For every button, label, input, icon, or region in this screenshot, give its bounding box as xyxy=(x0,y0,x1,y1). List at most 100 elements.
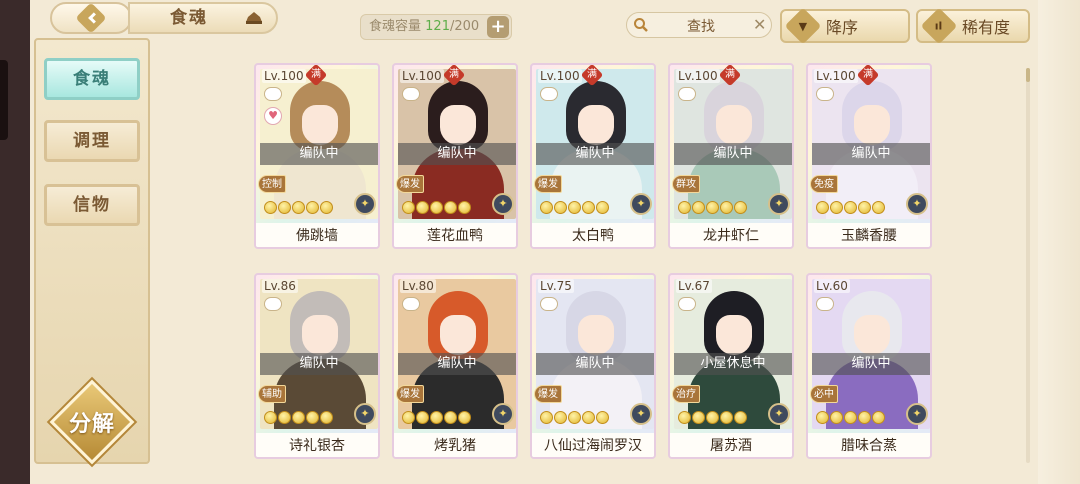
element-emblem-icon: ✦ xyxy=(492,193,514,215)
card-status: 编队中 xyxy=(398,143,516,165)
star-rating xyxy=(402,411,471,425)
search-input[interactable]: 查找 ✕ xyxy=(626,12,772,38)
left-edge-strip xyxy=(0,0,30,484)
scrollbar-thumb[interactable] xyxy=(1026,68,1030,82)
star-icon xyxy=(278,411,291,424)
food-soul-card[interactable]: Lv.100 满编队中 免疫 ✦ 玉麟香腰 xyxy=(806,63,932,249)
food-soul-card[interactable]: Lv.75 编队中 爆发 ✦ 八仙过海闹罗汉 xyxy=(530,273,656,459)
chat-bubble-icon xyxy=(678,297,696,311)
element-emblem-icon: ✦ xyxy=(906,193,928,215)
food-soul-card[interactable]: Lv.80 编队中 爆发 ✦ 烤乳猪 xyxy=(392,273,518,459)
card-name: 烤乳猪 xyxy=(394,433,516,457)
card-status: 编队中 xyxy=(674,143,792,165)
food-soul-card[interactable]: Lv.60 编队中 必中 ✦ 腊味合蒸 xyxy=(806,273,932,459)
star-icon xyxy=(678,201,691,214)
portrait-face xyxy=(440,315,476,355)
scrollbar[interactable] xyxy=(1026,68,1030,463)
star-icon xyxy=(816,411,829,424)
portrait-face xyxy=(302,315,338,355)
element-emblem-icon: ✦ xyxy=(630,193,652,215)
star-rating xyxy=(264,201,333,215)
card-status: 编队中 xyxy=(812,143,930,165)
role-tag: 爆发 xyxy=(534,175,562,193)
star-icon xyxy=(568,411,581,424)
star-rating xyxy=(540,201,609,215)
card-status: 编队中 xyxy=(398,353,516,375)
clear-search-icon[interactable]: ✕ xyxy=(753,15,766,34)
card-level: Lv.100 xyxy=(400,69,444,83)
star-icon xyxy=(692,411,705,424)
card-status: 编队中 xyxy=(260,353,378,375)
star-icon xyxy=(720,411,733,424)
portrait-face xyxy=(578,315,614,355)
card-name: 屠苏酒 xyxy=(670,433,792,457)
star-icon xyxy=(692,201,705,214)
star-icon xyxy=(444,201,457,214)
max-level-badge: 满 xyxy=(856,65,880,87)
star-icon xyxy=(320,201,333,214)
portrait-face xyxy=(716,105,752,145)
card-level: Lv.60 xyxy=(814,279,850,293)
star-icon xyxy=(264,411,277,424)
food-soul-card[interactable]: Lv.100 满编队中 群攻 ✦ 龙井虾仁 xyxy=(668,63,794,249)
food-soul-card[interactable]: Lv.100 满 ♥ 编队中 控制 ✦ 佛跳墙 xyxy=(254,63,380,249)
sort-order-label: 降序 xyxy=(826,18,859,37)
portrait-face xyxy=(854,105,890,145)
back-button[interactable] xyxy=(50,2,132,34)
star-rating xyxy=(678,201,747,215)
element-emblem-icon: ✦ xyxy=(906,403,928,425)
food-soul-card[interactable]: Lv.100 满编队中 爆发 ✦ 太白鸭 xyxy=(530,63,656,249)
star-icon xyxy=(858,201,871,214)
food-soul-card[interactable]: Lv.100 满编队中 爆发 ✦ 莲花血鸭 xyxy=(392,63,518,249)
card-level: Lv.100 xyxy=(262,69,306,83)
star-icon xyxy=(568,201,581,214)
food-soul-card[interactable]: Lv.86 编队中 辅助 ✦ 诗礼银杏 xyxy=(254,273,380,459)
food-soul-card[interactable]: Lv.67 小屋休息中 治疗 ✦ 屠苏酒 xyxy=(668,273,794,459)
star-icon xyxy=(278,201,291,214)
star-rating xyxy=(678,411,747,425)
star-icon xyxy=(858,411,871,424)
star-icon xyxy=(734,411,747,424)
card-name: 龙井虾仁 xyxy=(670,223,792,247)
star-icon xyxy=(264,201,277,214)
edge-notch xyxy=(0,60,8,140)
star-icon xyxy=(734,201,747,214)
star-icon xyxy=(458,411,471,424)
sort-order-button[interactable]: ▼ 降序 xyxy=(780,7,910,45)
card-name: 八仙过海闹罗汉 xyxy=(532,433,654,457)
chat-bubble-icon xyxy=(402,297,420,311)
decompose-button[interactable]: 分解 xyxy=(49,379,135,468)
card-level: Lv.100 xyxy=(538,69,582,83)
card-name: 诗礼银杏 xyxy=(256,433,378,457)
star-icon xyxy=(306,411,319,424)
add-capacity-button[interactable]: + xyxy=(487,16,509,38)
star-icon xyxy=(540,411,553,424)
portrait-face xyxy=(302,105,338,145)
chat-bubble-icon xyxy=(816,297,834,311)
star-icon xyxy=(582,411,595,424)
card-name: 玉麟香腰 xyxy=(808,223,930,247)
role-tag: 爆发 xyxy=(396,385,424,403)
max-level-badge: 满 xyxy=(718,65,742,87)
portrait-face xyxy=(854,315,890,355)
chat-bubble-icon xyxy=(264,297,282,311)
decompose-label: 分解 xyxy=(68,412,115,437)
chat-bubble-icon xyxy=(540,87,558,101)
star-icon xyxy=(596,201,609,214)
sidebar-item-token[interactable]: 信物 xyxy=(44,184,140,226)
star-icon xyxy=(830,201,843,214)
star-icon xyxy=(844,411,857,424)
star-icon xyxy=(554,411,567,424)
card-status: 编队中 xyxy=(812,353,930,375)
element-emblem-icon: ✦ xyxy=(768,403,790,425)
sort-rarity-button[interactable]: ıl 稀有度 xyxy=(916,7,1030,45)
star-rating xyxy=(264,411,333,425)
chat-bubble-icon xyxy=(678,87,696,101)
card-level: Lv.80 xyxy=(400,279,436,293)
element-emblem-icon: ✦ xyxy=(630,403,652,425)
right-edge-panel xyxy=(1038,0,1080,484)
capacity-label: 食魂容量 xyxy=(369,19,422,34)
sidebar-item-food-soul[interactable]: 食魂 xyxy=(44,58,140,100)
sidebar-item-conditioning[interactable]: 调理 xyxy=(44,120,140,162)
star-rating xyxy=(816,411,885,425)
